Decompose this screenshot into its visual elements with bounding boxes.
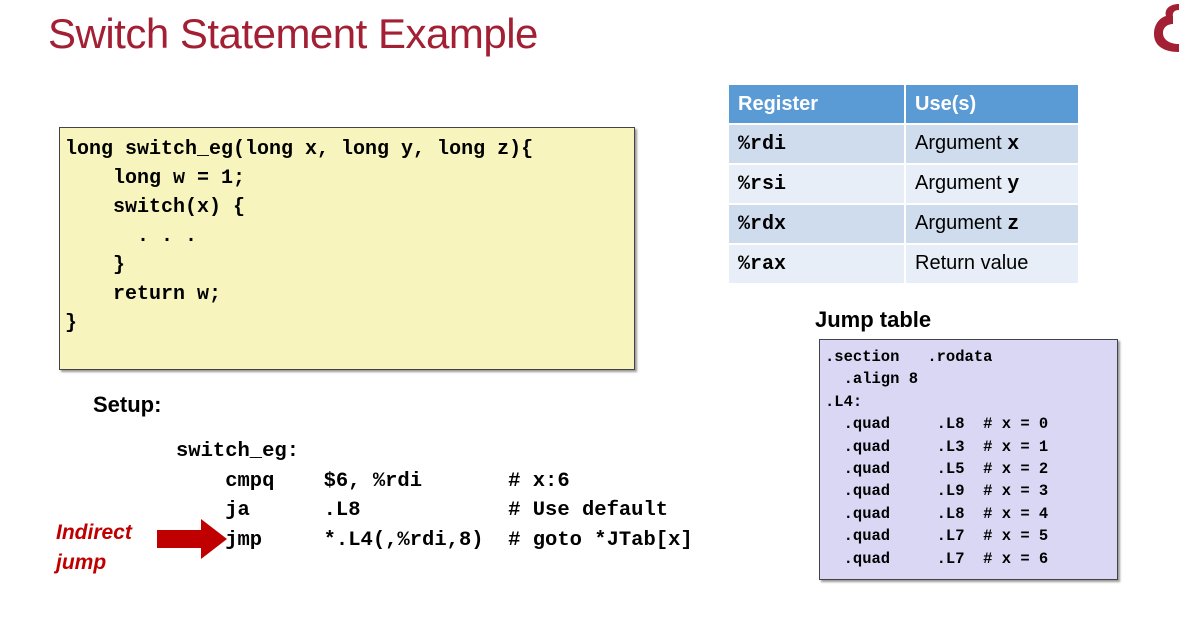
argument-name: x (1007, 133, 1020, 156)
code-line: . . . (65, 225, 198, 248)
register-cell: %rdi (729, 123, 906, 164)
indirect-jump-label-line1: Indirect (56, 521, 132, 544)
column-header-uses: Use(s) (905, 85, 1080, 124)
argument-name: z (1007, 213, 1020, 236)
table-row: %rsi Argument y (729, 163, 1080, 204)
jump-table-line: .quad .L7 # x = 5 (825, 527, 1049, 546)
asm-line: ja .L8 # Use default (176, 499, 669, 522)
indirect-jump-label: Indirect jump (56, 518, 132, 578)
indirect-jump-label-line2: jump (56, 551, 107, 574)
jump-table-line: .L4: (825, 392, 863, 411)
table-row: %rdx Argument z (729, 203, 1080, 244)
argument-name: y (1007, 173, 1020, 196)
register-cell: %rax (729, 243, 906, 283)
table-row: %rdi Argument x (729, 123, 1080, 164)
use-text: Return value (915, 252, 1029, 274)
code-line: return w; (65, 283, 222, 306)
use-cell: Argument x (905, 123, 1080, 164)
column-header-register: Register (729, 85, 906, 124)
jump-table-line: .quad .L8 # x = 4 (825, 504, 1049, 523)
code-line: long switch_eg(long x, long y, long z){ (65, 138, 534, 161)
code-line: } (65, 254, 126, 277)
jump-table-line: .quad .L8 # x = 0 (825, 415, 1049, 434)
jump-table-line: .align 8 (825, 370, 919, 389)
code-line: } (65, 312, 78, 335)
asm-line: switch_eg: (176, 440, 300, 463)
jump-table-line: .quad .L7 # x = 6 (825, 549, 1049, 568)
jump-table-heading: Jump table (815, 307, 932, 332)
table-row: %rax Return value (729, 243, 1080, 283)
jump-table-box: .section .rodata .align 8 .L4: .quad .L8… (819, 339, 1118, 580)
slide-title: Switch Statement Example (48, 10, 538, 57)
university-logo (1154, 4, 1179, 52)
register-cell: %rsi (729, 163, 906, 204)
use-text: Argument (915, 172, 1008, 194)
register-cell: %rdx (729, 203, 906, 244)
use-cell: Argument y (905, 163, 1080, 204)
c-code-box: long switch_eg(long x, long y, long z){ … (59, 127, 635, 370)
register-table: Register Use(s) %rdi Argument x %rsi Arg… (729, 85, 1080, 283)
arrow-right-icon (157, 519, 227, 559)
jump-table-line: .quad .L5 # x = 2 (825, 460, 1049, 479)
setup-label: Setup: (93, 392, 162, 417)
jump-table-line: .quad .L9 # x = 3 (825, 482, 1049, 501)
jump-table-line: .section .rodata (825, 348, 993, 366)
code-line: long w = 1; (65, 167, 246, 190)
table-header-row: Register Use(s) (729, 85, 1080, 124)
asm-line: jmp *.L4(,%rdi,8) # goto *JTab[x] (176, 528, 693, 552)
code-line: switch(x) { (65, 196, 246, 219)
use-cell: Argument z (905, 203, 1080, 244)
jump-table-line: .quad .L3 # x = 1 (825, 437, 1049, 456)
use-text: Argument (915, 212, 1008, 234)
assembly-code: switch_eg: cmpq $6, %rdi # x:6 ja .L8 # … (176, 437, 693, 555)
use-cell: Return value (905, 243, 1080, 283)
asm-line: cmpq $6, %rdi # x:6 (176, 469, 570, 493)
use-text: Argument (915, 132, 1008, 154)
